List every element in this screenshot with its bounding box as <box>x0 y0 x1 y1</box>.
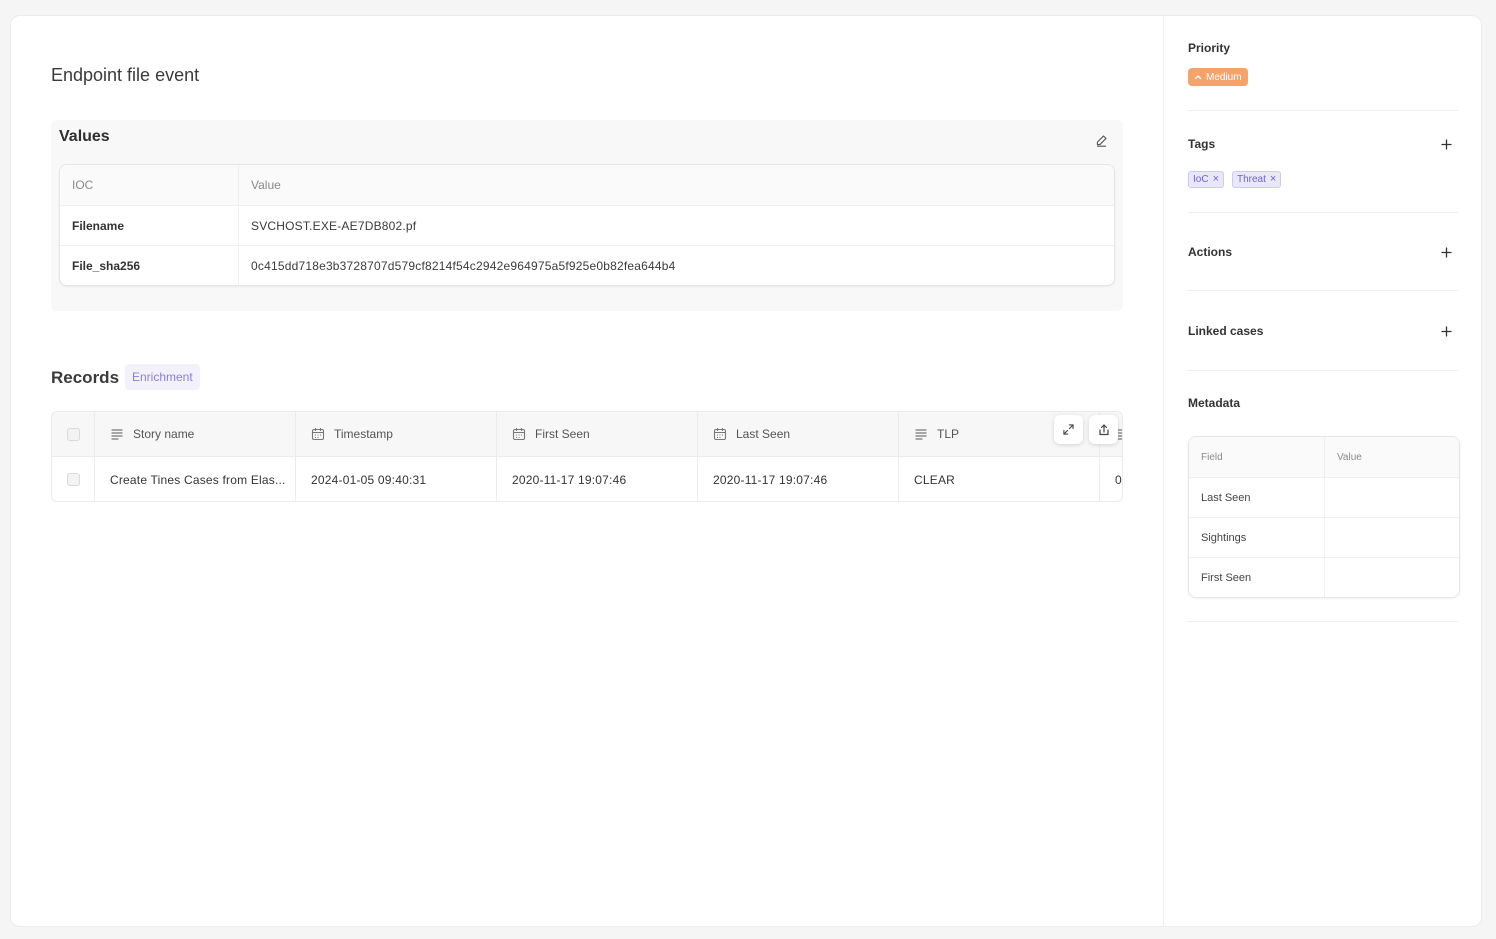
records-table: Story name Timestamp First Seen Last See… <box>51 411 1123 502</box>
divider <box>1188 621 1458 622</box>
column-header-value: Value <box>251 178 281 192</box>
calendar-icon <box>311 427 325 441</box>
text-lines-icon <box>914 427 928 441</box>
column-header-first-seen[interactable]: First Seen <box>497 412 698 456</box>
metadata-value[interactable] <box>1325 558 1459 597</box>
table-actions <box>1054 415 1118 444</box>
linked-cases-label: Linked cases <box>1188 324 1264 338</box>
records-title: Records <box>51 368 120 387</box>
priority-value: Medium <box>1206 71 1242 83</box>
table-row: Sightings <box>1189 517 1459 557</box>
chevron-up-icon <box>1194 75 1202 80</box>
main-panel: Endpoint file event Values IOC Value Fil… <box>11 16 1163 926</box>
row-select-checkbox[interactable] <box>66 473 80 486</box>
metadata-value[interactable] <box>1325 518 1459 557</box>
metadata-table-header: Field Value <box>1189 437 1459 477</box>
cell-last-seen[interactable]: 2020-11-17 19:07:46 <box>698 457 899 501</box>
metadata-field: Last Seen <box>1189 478 1325 517</box>
tags-label: Tags <box>1188 137 1216 151</box>
expand-icon <box>1063 424 1074 435</box>
select-all-checkbox[interactable] <box>66 427 80 441</box>
cell-timestamp[interactable]: 2024-01-05 09:40:31 <box>296 457 497 501</box>
values-title: Values <box>59 128 110 145</box>
cell-overflow[interactable]: 0c <box>1100 457 1122 501</box>
column-header-label: Last Seen <box>736 427 791 441</box>
values-table: IOC Value Filename SVCHOST.EXE-AE7DB802.… <box>59 164 1115 286</box>
add-action-button[interactable] <box>1439 245 1453 259</box>
table-row: First Seen <box>1189 557 1459 597</box>
sidebar: Priority Medium Tags IoC × Threat × Acti… <box>1163 16 1481 926</box>
divider <box>1188 370 1458 371</box>
priority-label: Priority <box>1188 41 1231 55</box>
column-header-label: Timestamp <box>334 427 393 441</box>
ioc-key: Filename <box>60 206 239 245</box>
case-card: Endpoint file event Values IOC Value Fil… <box>10 15 1482 927</box>
cell-story-name[interactable]: Create Tines Cases from Elas... <box>95 457 296 501</box>
add-tag-button[interactable] <box>1439 137 1453 151</box>
text-lines-icon <box>110 427 124 441</box>
column-header-ioc: IOC <box>60 165 239 205</box>
column-header-value: Value <box>1337 451 1362 463</box>
share-icon <box>1098 423 1109 435</box>
ioc-key: File_sha256 <box>60 246 239 285</box>
overflow-text: 0c <box>1115 472 1122 487</box>
cell-first-seen[interactable]: 2020-11-17 19:07:46 <box>497 457 698 501</box>
page-title: Endpoint file event <box>51 65 200 85</box>
records-table-header: Story name Timestamp First Seen Last See… <box>52 412 1122 457</box>
divider <box>1188 110 1458 111</box>
enrichment-badge[interactable]: Enrichment <box>125 364 200 390</box>
actions-label: Actions <box>1188 245 1233 259</box>
column-header-label: TLP <box>937 427 960 441</box>
table-row[interactable]: Create Tines Cases from Elas... 2024-01-… <box>52 457 1122 501</box>
column-header-label: First Seen <box>535 427 590 441</box>
calendar-icon <box>512 427 526 441</box>
cell-tlp[interactable]: CLEAR <box>899 457 1100 501</box>
remove-tag-icon[interactable]: × <box>1213 174 1219 185</box>
table-row: File_sha256 0c415dd718e3b3728707d579cf82… <box>60 245 1114 285</box>
column-header-last-seen[interactable]: Last Seen <box>698 412 899 456</box>
column-header-field: Field <box>1189 437 1325 477</box>
export-table-button[interactable] <box>1089 415 1118 444</box>
last-seen-text: 2020-11-17 19:07:46 <box>713 472 828 487</box>
metadata-table: Field Value Last Seen Sightings First Se… <box>1188 436 1460 598</box>
select-all-cell <box>52 412 95 456</box>
plus-icon <box>1440 138 1452 150</box>
tag-threat[interactable]: Threat × <box>1232 171 1282 188</box>
column-header-timestamp[interactable]: Timestamp <box>296 412 497 456</box>
values-panel: Values IOC Value Filename SVCHOST.EXE-AE… <box>51 120 1123 311</box>
metadata-field: First Seen <box>1189 558 1325 597</box>
row-select-cell <box>52 457 95 501</box>
tag-label: IoC <box>1193 174 1209 185</box>
divider <box>1188 290 1458 291</box>
tag-label: Threat <box>1237 174 1266 185</box>
plus-icon <box>1440 246 1452 258</box>
column-header-label: Story name <box>133 427 195 441</box>
table-row: Filename SVCHOST.EXE-AE7DB802.pf <box>60 205 1114 245</box>
metadata-label: Metadata <box>1188 396 1241 410</box>
metadata-value[interactable] <box>1325 478 1459 517</box>
ioc-value[interactable]: 0c415dd718e3b3728707d579cf8214f54c2942e9… <box>239 246 1114 285</box>
expand-table-button[interactable] <box>1054 415 1083 444</box>
timestamp-text: 2024-01-05 09:40:31 <box>311 472 427 487</box>
first-seen-text: 2020-11-17 19:07:46 <box>512 472 627 487</box>
ioc-value[interactable]: SVCHOST.EXE-AE7DB802.pf <box>239 206 1114 245</box>
divider <box>1188 212 1458 213</box>
tlp-text: CLEAR <box>914 472 956 487</box>
values-table-header: IOC Value <box>60 165 1114 205</box>
table-row: Last Seen <box>1189 477 1459 517</box>
tag-ioc[interactable]: IoC × <box>1188 171 1224 188</box>
column-header-story-name[interactable]: Story name <box>95 412 296 456</box>
calendar-icon <box>713 427 727 441</box>
pencil-icon <box>1096 134 1107 147</box>
story-name-text: Create Tines Cases from Elas... <box>110 472 286 487</box>
plus-icon <box>1440 325 1452 337</box>
edit-values-button[interactable] <box>1091 130 1111 150</box>
add-linked-case-button[interactable] <box>1439 324 1453 338</box>
priority-badge[interactable]: Medium <box>1188 68 1248 86</box>
remove-tag-icon[interactable]: × <box>1270 174 1276 185</box>
metadata-field: Sightings <box>1189 518 1325 557</box>
